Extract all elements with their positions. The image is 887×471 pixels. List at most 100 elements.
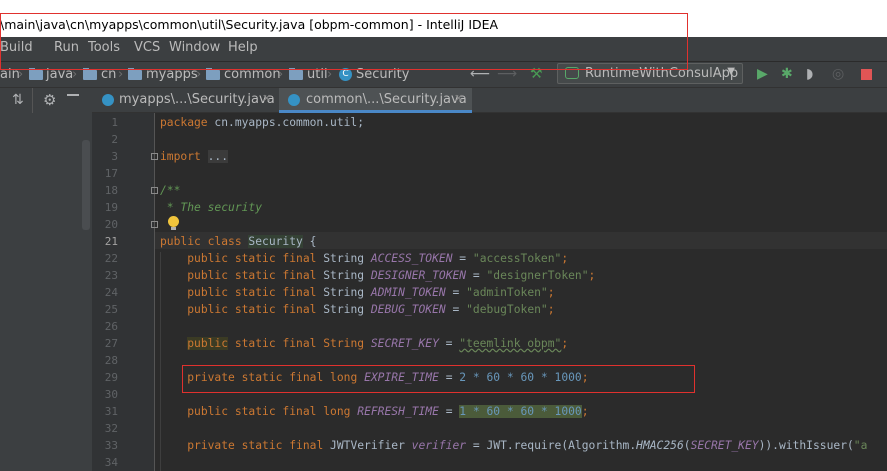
folder-icon [289, 68, 303, 80]
string-literal: "a [853, 439, 868, 452]
modifiers: static final String [228, 337, 371, 350]
divider [32, 88, 33, 113]
coverage-icon[interactable]: ◗ [806, 66, 813, 82]
editor-tab-bar: myapps\...\Security.java ✕ common\...\Se… [92, 88, 887, 113]
project-panel: ⇅ ⚙ [0, 88, 92, 471]
fold-marker-icon[interactable] [151, 187, 158, 194]
modifiers: public static final [187, 405, 317, 418]
numeric-expression: 1 * 60 * 60 * 1000 [459, 405, 582, 418]
line-number: 19 [104, 201, 118, 214]
code-line-31[interactable]: public static final long REFRESH_TIME = … [160, 405, 589, 418]
gear-icon[interactable]: ⚙ [43, 91, 56, 109]
brace: { [302, 235, 317, 248]
class-icon [288, 94, 300, 106]
code-line-18[interactable]: /** [160, 184, 180, 197]
line-number-current: 21 [104, 235, 118, 248]
string-literal: "debugToken" [466, 303, 548, 316]
code-line-1[interactable]: package cn.myapps.common.util; [160, 116, 364, 129]
modifiers: private static final [187, 439, 324, 452]
hide-panel-icon[interactable] [67, 94, 79, 96]
line-number: 29 [104, 371, 118, 384]
panel-scrollbar[interactable] [82, 140, 90, 230]
close-icon[interactable]: ✕ [454, 92, 463, 105]
field-name: verifier [411, 439, 467, 452]
fold-marker-icon[interactable] [151, 153, 158, 160]
code-line-19[interactable]: * The security [160, 201, 262, 214]
debug-icon[interactable]: ✱ [781, 66, 793, 82]
constant-name: SECRET_KEY [690, 439, 759, 452]
line-number: 18 [104, 184, 118, 197]
type: String [316, 252, 371, 265]
type: long [316, 405, 358, 418]
constant-name: ACCESS_TOKEN [370, 252, 453, 265]
code-line-33[interactable]: private static final JWTVerifier verifie… [160, 439, 867, 452]
code-line-22[interactable]: public static final String ACCESS_TOKEN … [160, 252, 568, 265]
close-icon[interactable]: ✕ [262, 92, 271, 105]
line-number: 20 [104, 218, 118, 231]
line-number: 1 [111, 116, 118, 129]
string-literal: "designerToken" [486, 269, 589, 282]
line-number: 32 [104, 422, 118, 435]
line-number: 3 [111, 150, 118, 163]
tab-myapps-security[interactable]: myapps\...\Security.java ✕ [92, 88, 278, 113]
folded-imports[interactable]: ... [207, 150, 229, 163]
line-number: 2 [111, 133, 118, 146]
line-number: 22 [104, 252, 118, 265]
code-line-3[interactable]: import ... [160, 150, 229, 163]
line-number: 17 [104, 167, 118, 180]
folder-icon [29, 68, 43, 80]
line-number: 28 [104, 354, 118, 367]
keyword-warning: public [187, 337, 229, 350]
modifiers: public static final [187, 269, 317, 282]
title-highlight-box [0, 13, 688, 70]
type: JWTVerifier [323, 439, 412, 452]
constant-name: REFRESH_TIME [357, 405, 439, 418]
method-name: HMAC256 [636, 439, 684, 452]
keyword: package [160, 116, 208, 129]
expire-time-highlight-box [182, 365, 695, 393]
collapse-all-icon[interactable]: ⇅ [12, 92, 24, 108]
fold-marker-icon[interactable] [151, 221, 158, 228]
class-name: Security [248, 235, 303, 248]
constant-name: SECRET_KEY [370, 337, 439, 350]
string-literal: "accessToken" [472, 252, 562, 265]
line-number: 25 [104, 303, 118, 316]
tab-label: myapps\...\Security.java [119, 92, 275, 107]
expression: )).withIssuer( [758, 439, 854, 452]
constant-name: DESIGNER_TOKEN [370, 269, 467, 282]
code-line-25[interactable]: public static final String DEBUG_TOKEN =… [160, 303, 554, 316]
constant-name: DEBUG_TOKEN [370, 303, 446, 316]
line-number: 33 [104, 439, 118, 452]
code-line-27[interactable]: public static final String SECRET_KEY = … [160, 337, 568, 350]
type: String [316, 286, 371, 299]
code-line-23[interactable]: public static final String DESIGNER_TOKE… [160, 269, 595, 282]
modifiers: public static final [187, 303, 317, 316]
run-icon[interactable]: ▶ [757, 66, 768, 82]
folder-icon [128, 68, 142, 80]
code-line-24[interactable]: public static final String ADMIN_TOKEN =… [160, 286, 554, 299]
class-icon [102, 94, 114, 106]
line-number: 23 [104, 269, 118, 282]
string-literal: "teemlink obpm" [459, 337, 562, 350]
doc-comment: /** [160, 184, 181, 197]
code-line-21[interactable]: public class Security { [160, 235, 316, 248]
line-number: 31 [104, 405, 118, 418]
profile-icon[interactable]: ◎ [832, 66, 844, 82]
type: String [316, 303, 371, 316]
doc-comment: * The security [160, 201, 263, 214]
expression: JWT.require(Algorithm. [486, 439, 637, 452]
modifiers: public static final [187, 252, 317, 265]
keyword: public class [160, 235, 249, 248]
package-name: cn.myapps.common.util; [207, 116, 365, 129]
lightbulb-icon[interactable] [168, 216, 179, 227]
line-number: 26 [104, 320, 118, 333]
modifiers: public static final [187, 286, 317, 299]
chevron-down-icon: ▼ [727, 66, 735, 77]
tab-common-security[interactable]: common\...\Security.java ✕ [279, 88, 472, 113]
line-number: 34 [104, 456, 118, 469]
line-number: 24 [104, 286, 118, 299]
constant-name: ADMIN_TOKEN [370, 286, 446, 299]
tab-label: common\...\Security.java [306, 92, 467, 107]
stop-icon[interactable] [861, 69, 872, 80]
folder-icon [206, 68, 220, 80]
